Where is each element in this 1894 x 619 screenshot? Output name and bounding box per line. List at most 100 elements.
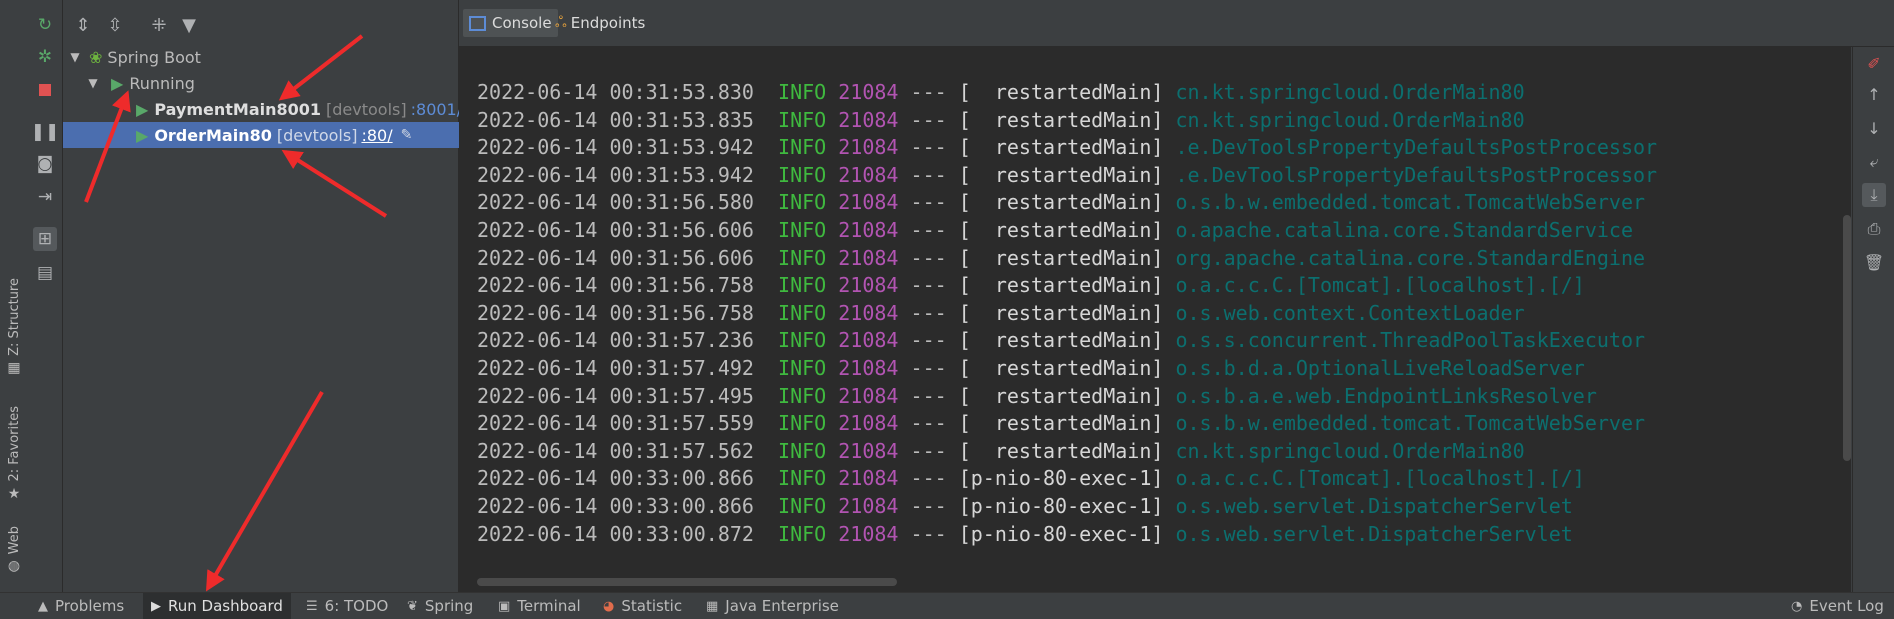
log-sep: --- <box>910 135 947 160</box>
console-output[interactable]: 2022-06-14 00:31:53.830 INFO 21084 --- [… <box>459 47 1851 592</box>
pencil-icon[interactable]: ✎ <box>401 127 413 143</box>
bottom-tab-run-dashboard[interactable]: ▶ Run Dashboard <box>143 593 291 619</box>
log-thread: [p-nio-80-exec-1] <box>958 493 1164 518</box>
print-button[interactable]: ⎙ <box>1862 217 1886 241</box>
bottom-tab-label: Spring <box>424 597 474 615</box>
tab-console[interactable]: Console <box>463 9 558 37</box>
log-sep: --- <box>910 190 947 215</box>
group-button[interactable]: ⁜ <box>147 13 171 37</box>
log-pid: 21084 <box>838 217 899 242</box>
log-line: 2022-06-14 00:33:00.866 INFO 21084 --- [… <box>477 465 1657 493</box>
log-pid: 21084 <box>838 521 899 546</box>
log-pid: 21084 <box>838 466 899 491</box>
log-ts: 2022-06-14 00:33:00.866 <box>477 493 754 518</box>
clear-all-button[interactable]: 🗑 <box>1862 250 1886 274</box>
bottom-tab-event-log[interactable]: ◔ Event Log <box>1783 593 1892 619</box>
log-logger: o.s.b.d.a.OptionalLiveReloadServer <box>1175 355 1585 380</box>
log-sep: --- <box>910 162 947 187</box>
tab-endpoints[interactable]: ஃ Endpoints <box>549 9 651 37</box>
tree-node-running[interactable]: ▼ ▶ Running <box>63 70 480 96</box>
log-ts: 2022-06-14 00:31:56.606 <box>477 245 754 270</box>
log-level: INFO <box>778 245 827 270</box>
bottom-tab-spring[interactable]: ❦ Spring <box>399 593 481 619</box>
log-pid: 21084 <box>838 190 899 215</box>
side-tab-structure[interactable]: Z: Structure ▦ <box>3 278 25 376</box>
tree-node-label: Spring Boot <box>107 47 201 67</box>
log-logger: o.a.c.c.C.[Tomcat].[localhost].[/] <box>1175 273 1585 298</box>
log-sep: --- <box>910 466 947 491</box>
debug-button[interactable]: ✲ <box>33 45 57 69</box>
log-logger: .e.DevToolsPropertyDefaultsPostProcessor <box>1175 162 1658 187</box>
layout-icon: ▤ <box>36 263 54 283</box>
screenshot-button[interactable]: ◙ <box>33 152 57 176</box>
bottom-tab-statistic[interactable]: ◕ Statistic <box>595 593 690 619</box>
log-line: 2022-06-14 00:33:00.866 INFO 21084 --- [… <box>477 493 1657 521</box>
group-by-type-button[interactable]: ⊞ <box>33 227 57 251</box>
log-ts: 2022-06-14 00:31:57.236 <box>477 328 754 353</box>
tree-node-label: Running <box>129 73 195 93</box>
log-level: INFO <box>778 273 827 298</box>
scroll-up-button[interactable]: ↑ <box>1862 82 1886 106</box>
tree-node-spring-boot[interactable]: ▼ ❀ Spring Boot <box>63 44 462 70</box>
soft-wrap-button[interactable]: ⤶ <box>1862 150 1886 174</box>
log-thread: [ restartedMain] <box>958 107 1164 132</box>
log-line: 2022-06-14 00:31:57.495 INFO 21084 --- [… <box>477 383 1657 411</box>
horizontal-scrollbar[interactable] <box>477 578 897 586</box>
log-ts: 2022-06-14 00:31:56.580 <box>477 190 754 215</box>
scroll-to-end-button[interactable]: ⤓ <box>1862 183 1886 207</box>
app-port-link[interactable]: :80/ <box>361 126 392 145</box>
vertical-scrollbar[interactable] <box>1843 215 1851 461</box>
chevron-down-icon[interactable]: ▼ <box>67 50 83 64</box>
bottom-tab-java-enterprise[interactable]: ▦ Java Enterprise <box>698 593 847 619</box>
log-logger: o.s.b.w.embedded.tomcat.TomcatWebServer <box>1175 190 1646 215</box>
chevron-down-icon[interactable]: ▼ <box>85 76 101 90</box>
filter-button[interactable]: ▼ <box>177 13 201 37</box>
log-line: 2022-06-14 00:31:57.559 INFO 21084 --- [… <box>477 410 1657 438</box>
log-line: 2022-06-14 00:31:53.942 INFO 21084 --- [… <box>477 134 1657 162</box>
log-level: INFO <box>778 217 827 242</box>
app-port-link[interactable]: :8001/ <box>411 100 463 119</box>
pause-button[interactable]: ❚❚ <box>31 120 60 144</box>
expand-all-button[interactable]: ⇕ <box>71 13 95 37</box>
log-thread: [ restartedMain] <box>958 245 1164 270</box>
log-level: INFO <box>778 135 827 160</box>
side-tab-favorites[interactable]: 2: Favorites ★ <box>3 406 25 502</box>
bottom-tab-todo[interactable]: ☰ 6: TODO <box>298 593 396 619</box>
log-pid: 21084 <box>838 135 899 160</box>
stop-button[interactable] <box>33 78 57 102</box>
log-sep: --- <box>910 521 947 546</box>
log-line: 2022-06-14 00:31:53.942 INFO 21084 --- [… <box>477 162 1657 190</box>
rerun-button[interactable]: ↻ <box>33 13 57 37</box>
layout-button[interactable]: ▤ <box>33 261 57 285</box>
log-ts: 2022-06-14 00:31:53.942 <box>477 135 754 160</box>
log-sep: --- <box>910 300 947 325</box>
log-sep: --- <box>910 383 947 408</box>
log-line: 2022-06-14 00:31:56.580 INFO 21084 --- [… <box>477 189 1657 217</box>
clear-marker-button[interactable]: ✐ <box>1862 51 1886 75</box>
log-pid: 21084 <box>838 300 899 325</box>
log-line: 2022-06-14 00:31:57.562 INFO 21084 --- [… <box>477 438 1657 466</box>
log-level: INFO <box>778 521 827 546</box>
side-tab-web[interactable]: Web ◍ <box>3 526 25 574</box>
bottom-tab-problems[interactable]: ▲ Problems <box>30 593 132 619</box>
log-thread: [ restartedMain] <box>958 411 1164 436</box>
side-tab-label: 2: Favorites <box>6 406 22 482</box>
log-pid: 21084 <box>838 438 899 463</box>
log-pid: 21084 <box>838 411 899 436</box>
log-thread: [ restartedMain] <box>958 355 1164 380</box>
chart-icon: ◕ <box>603 598 615 614</box>
wrap-icon: ⤶ <box>1869 152 1879 171</box>
bottom-tab-terminal[interactable]: ▣ Terminal <box>490 593 589 619</box>
app-tag: [devtools] <box>276 125 358 145</box>
log-ts: 2022-06-14 00:31:56.758 <box>477 273 754 298</box>
log-thread: [ restartedMain] <box>958 190 1164 215</box>
scroll-down-button[interactable]: ↓ <box>1862 116 1886 140</box>
log-pid: 21084 <box>838 383 899 408</box>
log-sep: --- <box>910 438 947 463</box>
bottom-tab-label: Event Log <box>1809 597 1884 615</box>
collapse-all-button[interactable]: ⇳ <box>103 13 127 37</box>
log-level: INFO <box>778 493 827 518</box>
exit-button[interactable]: ⇥ <box>33 185 57 209</box>
terminal-icon: ▣ <box>498 598 511 614</box>
log-ts: 2022-06-14 00:31:53.830 <box>477 80 754 104</box>
